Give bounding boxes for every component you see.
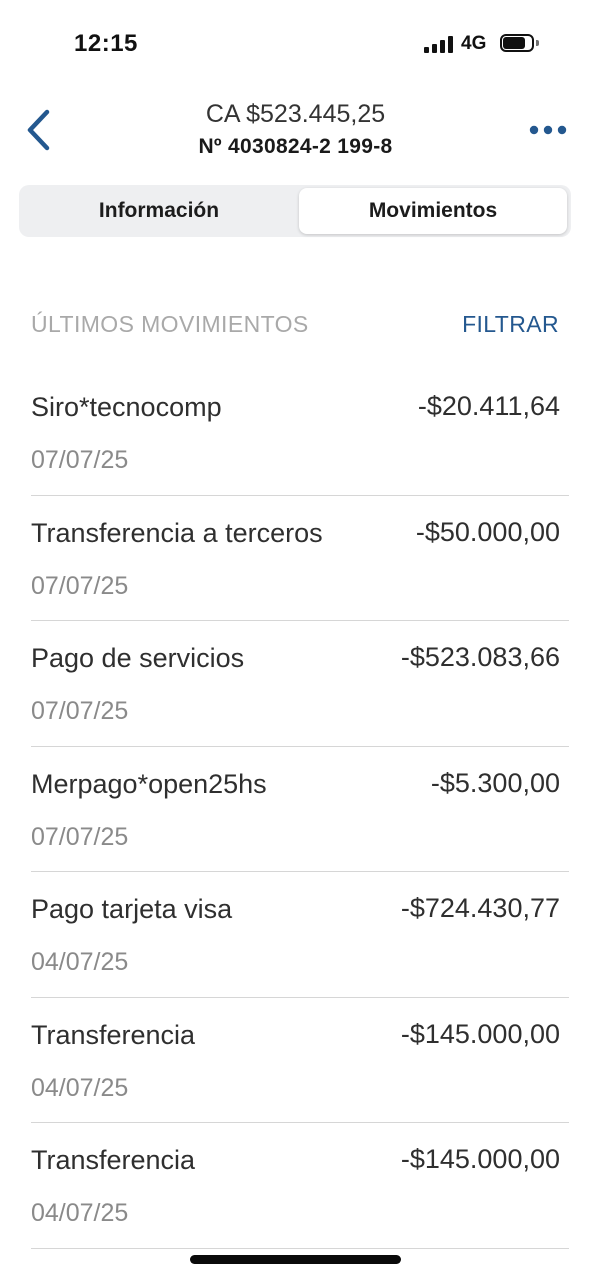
movement-date: 07/07/25 — [31, 697, 129, 725]
movement-date: 04/07/25 — [31, 948, 129, 976]
movement-amount: -$523.083,66 — [400, 642, 560, 672]
movement-description: Transferencia — [31, 1019, 196, 1050]
list-item[interactable]: Pago tarjeta visa -$724.430,77 04/07/25 — [31, 872, 569, 998]
more-horizontal-icon[interactable] — [528, 123, 568, 135]
movement-amount: -$145.000,00 — [400, 1144, 560, 1174]
movement-amount: -$20.411,64 — [417, 391, 560, 421]
movement-date: 04/07/25 — [31, 1199, 129, 1227]
battery-icon — [500, 34, 539, 52]
movement-description: Siro*tecnocomp — [31, 392, 222, 422]
tab-movimientos[interactable]: Movimientos — [299, 188, 567, 234]
account-number: Nº 4030824-2 199-8 — [198, 135, 393, 158]
movement-description: Pago de servicios — [31, 643, 245, 673]
list-item[interactable]: Transferencia a terceros -$50.000,00 07/… — [31, 496, 569, 621]
list-item[interactable]: Pago de servicios -$523.083,66 07/07/25 — [31, 621, 569, 747]
movement-date: 07/07/25 — [31, 571, 129, 600]
filter-button[interactable]: FILTRAR — [462, 311, 559, 338]
movement-date: 07/07/25 — [31, 446, 129, 474]
movement-amount: -$145.000,00 — [400, 1018, 560, 1049]
movement-amount: -$724.430,77 — [400, 893, 560, 923]
movement-date: 07/07/25 — [31, 822, 129, 851]
status-bar: 12:15 4G — [0, 0, 591, 80]
movements-list: Siro*tecnocomp -$20.411,64 07/07/25 Tran… — [31, 370, 569, 1249]
movement-description: Pago tarjeta visa — [31, 894, 233, 924]
list-item[interactable]: Merpago*open25hs -$5.300,00 07/07/25 — [31, 747, 569, 872]
list-item[interactable]: Transferencia -$145.000,00 04/07/25 — [31, 998, 569, 1123]
list-item[interactable]: Siro*tecnocomp -$20.411,64 07/07/25 — [31, 370, 569, 496]
list-item[interactable]: Transferencia -$145.000,00 04/07/25 — [31, 1123, 569, 1249]
status-time: 12:15 — [74, 30, 138, 57]
movement-amount: -$50.000,00 — [415, 516, 560, 547]
tab-informacion[interactable]: Información — [23, 188, 295, 234]
segmented-control: Información Movimientos — [19, 185, 571, 237]
account-title: CA $523.445,25 — [205, 100, 386, 128]
movement-amount: -$5.300,00 — [430, 767, 560, 798]
movement-date: 04/07/25 — [31, 1073, 129, 1102]
network-type: 4G — [461, 33, 487, 54]
header: CA $523.445,25 Nº 4030824-2 199-8 — [0, 90, 591, 170]
signal-bars-icon — [424, 35, 454, 53]
movement-description: Transferencia a terceros — [31, 517, 323, 548]
section-title: ÚLTIMOS MOVIMIENTOS — [31, 311, 309, 337]
home-indicator[interactable] — [190, 1255, 401, 1264]
movement-description: Merpago*open25hs — [31, 768, 267, 799]
movement-description: Transferencia — [31, 1145, 196, 1175]
